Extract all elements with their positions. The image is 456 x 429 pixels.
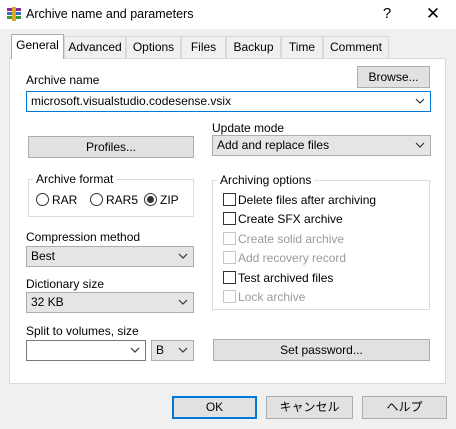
set-password-button[interactable]: Set password... bbox=[213, 339, 430, 361]
dictionary-size-select[interactable]: 32 KB bbox=[26, 292, 194, 313]
tab-advanced[interactable]: Advanced bbox=[64, 36, 126, 58]
tab-general[interactable]: General bbox=[11, 34, 64, 59]
tab-comment[interactable]: Comment bbox=[323, 36, 389, 58]
split-unit-value: B bbox=[156, 343, 165, 357]
checkbox-recovery-record bbox=[223, 251, 236, 264]
radio-rar5[interactable] bbox=[90, 193, 103, 206]
archive-name-label: Archive name bbox=[26, 73, 100, 87]
checkbox-test-files-label: Test archived files bbox=[238, 271, 334, 285]
checkbox-create-sfx-label: Create SFX archive bbox=[238, 212, 343, 226]
browse-button[interactable]: Browse... bbox=[357, 66, 430, 88]
checkbox-test-files[interactable] bbox=[223, 271, 236, 284]
checkbox-create-solid-label: Create solid archive bbox=[238, 232, 345, 246]
archive-name-value: microsoft.visualstudio.codesense.vsix bbox=[31, 94, 232, 108]
close-button[interactable]: ✕ bbox=[412, 0, 454, 30]
checkbox-delete-files-label: Delete files after archiving bbox=[238, 193, 377, 207]
checkbox-lock-archive-label: Lock archive bbox=[238, 290, 306, 304]
checkbox-delete-files[interactable] bbox=[223, 193, 236, 206]
compression-method-value: Best bbox=[31, 249, 56, 263]
update-mode-select[interactable]: Add and replace files bbox=[212, 135, 431, 156]
checkbox-recovery-record-label: Add recovery record bbox=[238, 251, 347, 265]
update-mode-value: Add and replace files bbox=[217, 138, 330, 152]
radio-zip-label: ZIP bbox=[160, 193, 179, 207]
radio-zip[interactable] bbox=[144, 193, 157, 206]
window-title: Archive name and parameters bbox=[26, 7, 194, 21]
compression-method-label: Compression method bbox=[26, 230, 141, 244]
checkbox-lock-archive bbox=[223, 290, 236, 303]
dictionary-size-label: Dictionary size bbox=[26, 277, 105, 291]
winrar-app-icon bbox=[6, 6, 22, 22]
tab-options[interactable]: Options bbox=[126, 36, 181, 58]
archive-name-input[interactable]: microsoft.visualstudio.codesense.vsix bbox=[26, 91, 431, 112]
split-volumes-label: Split to volumes, size bbox=[26, 324, 139, 338]
split-unit-select[interactable]: B bbox=[151, 340, 194, 361]
chevron-down-icon bbox=[415, 136, 425, 155]
chevron-down-icon bbox=[178, 293, 188, 312]
chevron-down-icon bbox=[178, 247, 188, 266]
tab-files[interactable]: Files bbox=[181, 36, 226, 58]
radio-selected-dot bbox=[147, 196, 154, 203]
checkbox-create-sfx[interactable] bbox=[223, 212, 236, 225]
cancel-button[interactable]: キャンセル bbox=[266, 396, 353, 419]
radio-rar5-label: RAR5 bbox=[106, 193, 139, 207]
title-bar: Archive name and parameters ? ✕ bbox=[0, 0, 456, 30]
help-button[interactable]: ヘルプ bbox=[362, 396, 447, 419]
compression-method-select[interactable]: Best bbox=[26, 246, 194, 267]
dictionary-size-value: 32 KB bbox=[31, 295, 64, 309]
radio-rar-label: RAR bbox=[52, 193, 78, 207]
chevron-down-icon[interactable] bbox=[415, 92, 425, 111]
tab-backup[interactable]: Backup bbox=[226, 36, 281, 58]
help-title-button[interactable]: ? bbox=[370, 0, 404, 30]
archive-format-title: Archive format bbox=[33, 172, 117, 186]
archiving-options-title: Archiving options bbox=[217, 173, 315, 187]
ok-button[interactable]: OK bbox=[172, 396, 257, 419]
split-volumes-input[interactable] bbox=[26, 340, 146, 361]
chevron-down-icon[interactable] bbox=[130, 341, 140, 360]
chevron-down-icon bbox=[178, 341, 188, 360]
tab-time[interactable]: Time bbox=[281, 36, 323, 58]
update-mode-label: Update mode bbox=[212, 121, 285, 135]
checkbox-create-solid bbox=[223, 232, 236, 245]
profiles-button[interactable]: Profiles... bbox=[28, 136, 194, 158]
radio-rar[interactable] bbox=[36, 193, 49, 206]
